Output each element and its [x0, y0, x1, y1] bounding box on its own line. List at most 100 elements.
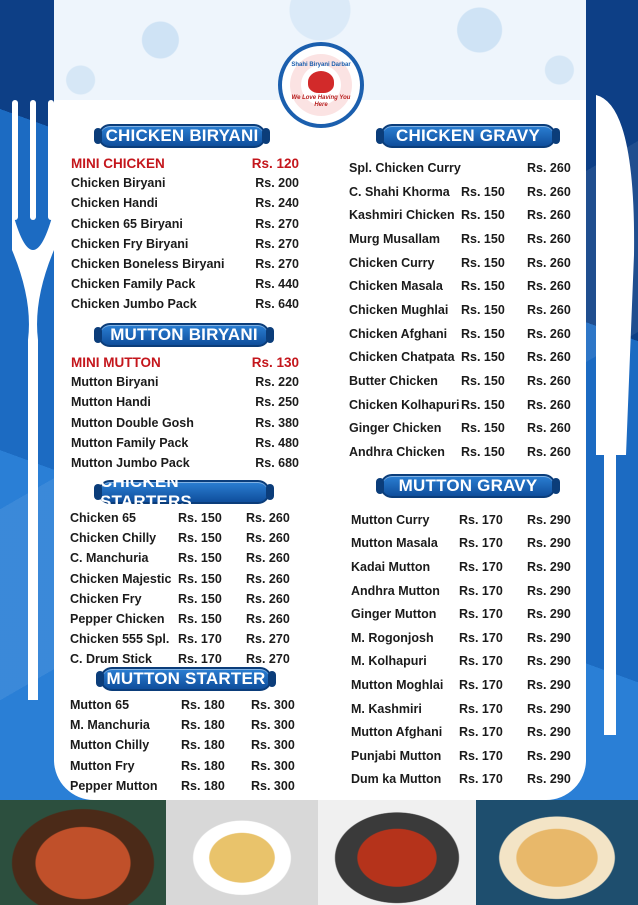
item-name: Chicken 65 Biryani	[71, 216, 183, 231]
menu-item: M. Kolhapuri Rs. 170 Rs. 290	[351, 650, 579, 674]
item-price-full: Rs. 260	[246, 612, 290, 627]
item-price-half: Rs. 170	[459, 748, 503, 763]
item-price-full: Rs. 260	[527, 208, 571, 223]
item-name: Punjabi Mutton	[351, 748, 442, 763]
item-price-full: Rs. 260	[527, 397, 571, 412]
item-name: Murg Musallam	[349, 231, 440, 246]
item-name: C. Shahi Khorma	[349, 184, 450, 199]
item-price: Rs. 680	[255, 456, 299, 471]
menu-item: Butter Chicken Rs. 150 Rs. 260	[349, 369, 579, 393]
item-name: Ginger Mutton	[351, 607, 437, 622]
food-photo-strip	[0, 800, 638, 905]
menu-item: Mutton Handi Rs. 250	[71, 392, 299, 412]
item-price-full: Rs. 290	[527, 701, 571, 716]
item-price-full: Rs. 290	[527, 583, 571, 598]
mutton-biryani-list: MINI MUTTON Rs. 130 Mutton Biryani Rs. 220 M…	[71, 352, 299, 473]
item-name: C. Manchuria	[70, 551, 149, 566]
item-name: M. Manchuria	[70, 718, 150, 733]
section-header-mutton-gravy: MUTTON GRAVY	[376, 474, 560, 498]
section-header-chicken-biryani: CHICKEN BIRYANI	[94, 124, 270, 148]
item-price-full: Rs. 260	[527, 279, 571, 294]
item-price: Rs. 270	[255, 257, 299, 272]
item-price-full: Rs. 300	[251, 698, 295, 713]
item-price: Rs. 250	[255, 395, 299, 410]
item-price: Rs. 200	[255, 176, 299, 191]
chef-icon	[308, 70, 334, 93]
item-price-half: Rs. 150	[178, 612, 222, 627]
menu-item: Pepper Mutton Rs. 180 Rs. 300	[70, 776, 300, 796]
mutton-gravy-list: Mutton Curry Rs. 170 Rs. 290 Mutton Masala R…	[351, 508, 579, 791]
menu-item: Chicken 555 Spl. Rs. 170 Rs. 270	[70, 629, 298, 649]
item-name: Mutton Afghani	[351, 725, 443, 740]
menu-item: M. Manchuria Rs. 180 Rs. 300	[70, 715, 300, 735]
menu-item: Mutton Biryani Rs. 220	[71, 372, 299, 392]
item-price-half: Rs. 150	[178, 511, 222, 526]
item-price-full: Rs. 260	[527, 421, 571, 436]
menu-item: Chicken Afghani Rs. 150 Rs. 260	[349, 322, 579, 346]
item-price-full: Rs. 260	[246, 571, 290, 586]
menu-item: Mutton Chilly Rs. 180 Rs. 300	[70, 735, 300, 755]
item-price-half: Rs. 170	[459, 701, 503, 716]
item-price-half: Rs. 150	[461, 255, 505, 270]
food-photo-noodles	[166, 800, 318, 905]
menu-item: Chicken Family Pack Rs. 440	[71, 274, 299, 294]
menu-item: Mutton Afghani Rs. 170 Rs. 290	[351, 720, 579, 744]
item-price-full: Rs. 260	[527, 326, 571, 341]
item-name: Chicken Family Pack	[71, 277, 196, 292]
item-price: Rs. 220	[255, 375, 299, 390]
menu-item-mini: MINI MUTTON Rs. 130	[71, 352, 299, 372]
menu-item: Mutton Family Pack Rs. 480	[71, 433, 299, 453]
item-name: Mutton 65	[70, 698, 130, 713]
item-price-full: Rs. 290	[527, 536, 571, 551]
food-photo-naan	[476, 800, 638, 905]
item-price: Rs. 440	[255, 277, 299, 292]
item-name: Kashmiri Chicken	[349, 208, 455, 223]
item-price-full: Rs. 260	[527, 302, 571, 317]
item-price-half: Rs. 170	[459, 654, 503, 669]
menu-item: Andhra Chicken Rs. 150 Rs. 260	[349, 440, 579, 464]
item-price-half: Rs. 150	[461, 208, 505, 223]
item-price-half: Rs. 150	[461, 184, 505, 199]
menu-item: C. Shahi Khorma Rs. 150 Rs. 260	[349, 180, 579, 204]
fork-icon	[12, 100, 54, 700]
menu-item: Chicken Chilly Rs. 150 Rs. 260	[70, 528, 298, 548]
item-price-full: Rs. 260	[246, 531, 290, 546]
item-name: Chicken 555 Spl.	[70, 632, 170, 647]
item-price-full: Rs. 260	[246, 511, 290, 526]
item-price-half: Rs. 180	[181, 778, 225, 793]
menu-item: Chicken Curry Rs. 150 Rs. 260	[349, 251, 579, 275]
item-price-full: Rs. 290	[527, 725, 571, 740]
item-name: Andhra Mutton	[351, 583, 440, 598]
item-price-half: Rs. 170	[459, 677, 503, 692]
menu-item: Mutton Moghlai Rs. 170 Rs. 290	[351, 673, 579, 697]
menu-item: Kashmiri Chicken Rs. 150 Rs. 260	[349, 203, 579, 227]
item-price-full: Rs. 300	[251, 778, 295, 793]
item-name: Chicken Biryani	[71, 176, 166, 191]
item-price-full: Rs. 290	[527, 559, 571, 574]
item-price: Rs. 480	[255, 435, 299, 450]
menu-item: Ginger Mutton Rs. 170 Rs. 290	[351, 602, 579, 626]
food-photo-chicken-fry	[318, 800, 476, 905]
item-name: Mutton Biryani	[71, 375, 159, 390]
item-name: Chicken Curry	[349, 255, 435, 270]
menu-item: Andhra Mutton Rs. 170 Rs. 290	[351, 579, 579, 603]
item-name: Chicken 65	[70, 511, 137, 526]
menu-item: Chicken Masala Rs. 150 Rs. 260	[349, 274, 579, 298]
item-price-half: Rs. 150	[178, 531, 222, 546]
restaurant-logo: Shahi Biryani Darbar We Love Having You …	[278, 42, 364, 128]
item-price: Rs. 120	[251, 155, 299, 171]
item-price-full: Rs. 300	[251, 758, 295, 773]
item-price: Rs. 380	[255, 415, 299, 430]
menu-item: Chicken Fry Rs. 150 Rs. 260	[70, 589, 298, 609]
menu-item: Mutton Double Gosh Rs. 380	[71, 413, 299, 433]
menu-item: Mutton Masala Rs. 170 Rs. 290	[351, 532, 579, 556]
item-name: Kadai Mutton	[351, 559, 431, 574]
item-price-half: Rs. 150	[178, 571, 222, 586]
section-header-chicken-starters: CHICKEN STARTERS	[94, 472, 274, 511]
item-name: Mutton Fry	[70, 758, 135, 773]
item-name: Chicken Afghani	[349, 326, 448, 341]
item-price-half: Rs. 180	[181, 758, 225, 773]
menu-item: Ginger Chicken Rs. 150 Rs. 260	[349, 417, 579, 441]
menu-item: Chicken 65 Biryani Rs. 270	[71, 214, 299, 234]
item-name: Chicken Handi	[71, 196, 158, 211]
